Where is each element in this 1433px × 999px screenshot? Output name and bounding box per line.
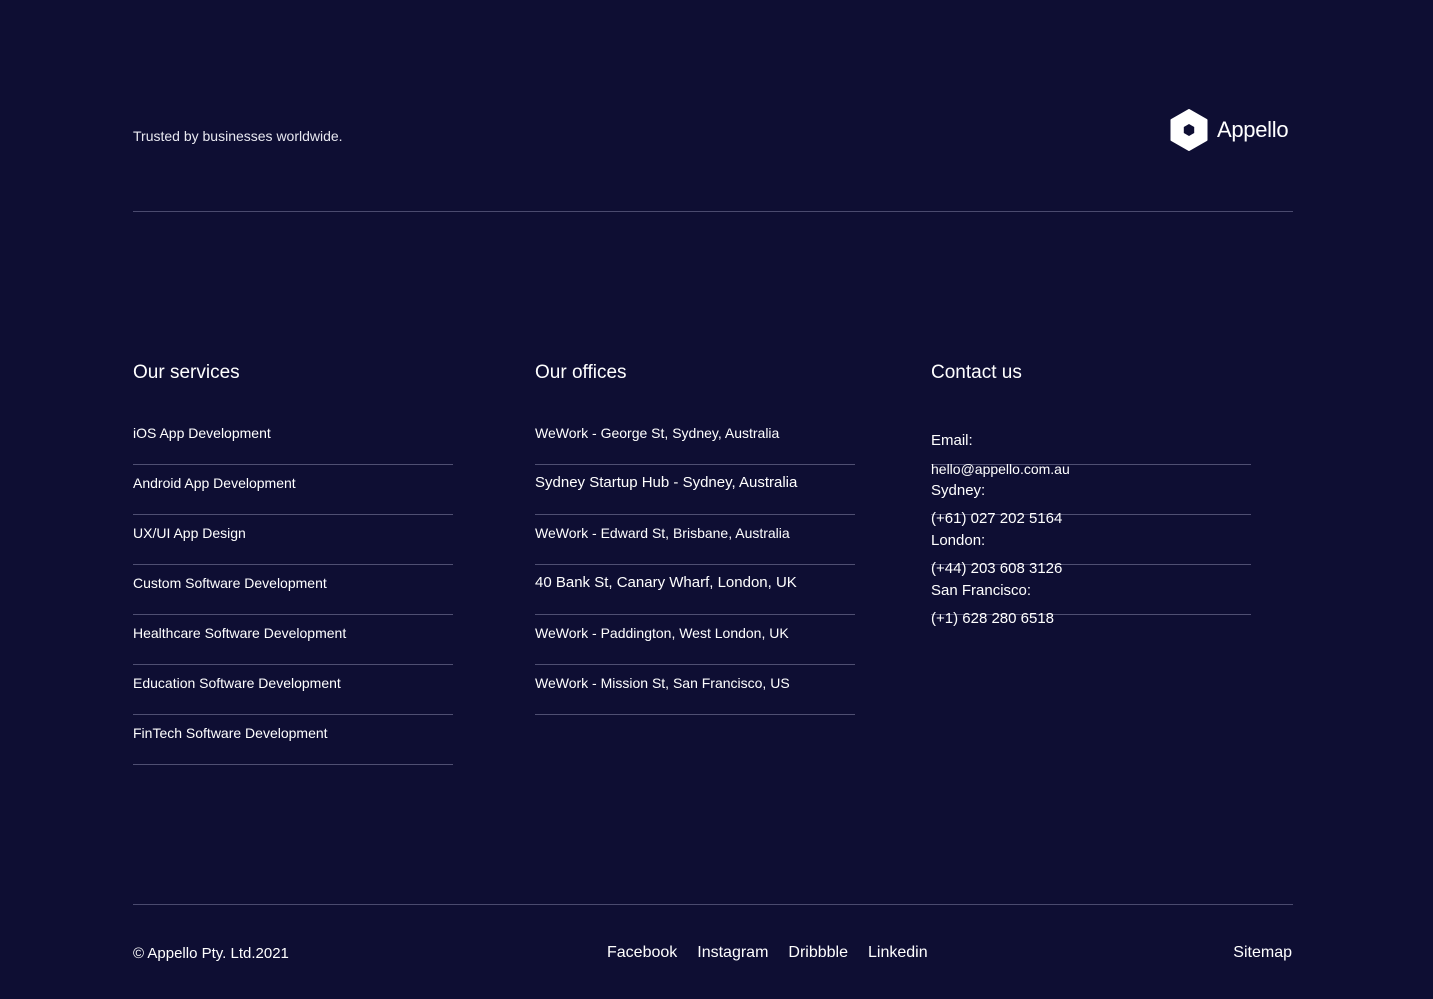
sitemap-link[interactable]: Sitemap (1233, 944, 1292, 962)
office-address: WeWork - Edward St, Brisbane, Australia (535, 525, 790, 541)
linkedin-link[interactable]: Linkedin (868, 944, 928, 962)
logo-text: Appello (1217, 117, 1289, 142)
offices-column: Our offices WeWork - George St, Sydney, … (535, 362, 855, 715)
list-item: Android App Development (133, 465, 453, 515)
social-links: Facebook Instagram Dribbble Linkedin (607, 944, 948, 962)
service-link[interactable]: Custom Software Development (133, 565, 453, 593)
service-link[interactable]: iOS App Development (133, 415, 453, 443)
list-item: FinTech Software Development (133, 715, 453, 765)
services-list: iOS App Development Android App Developm… (133, 415, 453, 765)
service-link[interactable]: Healthcare Software Development (133, 615, 453, 643)
list-item: Healthcare Software Development (133, 615, 453, 665)
dribbble-link[interactable]: Dribbble (788, 944, 848, 962)
list-item: UX/UI App Design (133, 515, 453, 565)
office-address: WeWork - George St, Sydney, Australia (535, 425, 780, 441)
office-address: WeWork - Paddington, West London, UK (535, 625, 789, 641)
office-address: WeWork - Mission St, San Francisco, US (535, 675, 790, 691)
offices-list: WeWork - George St, Sydney, Australia Sy… (535, 415, 855, 715)
contact-label: Email: (931, 432, 973, 449)
bottom-divider (133, 904, 1293, 905)
list-item: Education Software Development (133, 665, 453, 715)
contact-list: Email: hello@appello.com.au Sydney: (+61… (931, 415, 1251, 627)
list-item: Sydney Startup Hub - Sydney, Australia (535, 465, 855, 515)
copyright: © Appello Pty. Ltd.2021 (133, 945, 289, 962)
office-address: Sydney Startup Hub - Sydney, Australia (535, 474, 798, 491)
services-heading: Our services (133, 362, 240, 383)
service-link[interactable]: UX/UI App Design (133, 515, 453, 543)
list-item: WeWork - Paddington, West London, UK (535, 615, 855, 665)
list-item: Email: hello@appello.com.au (931, 415, 1251, 477)
list-item: WeWork - Mission St, San Francisco, US (535, 665, 855, 715)
list-item: WeWork - Edward St, Brisbane, Australia (535, 515, 855, 565)
facebook-link[interactable]: Facebook (607, 944, 677, 962)
list-item: 40 Bank St, Canary Wharf, London, UK (535, 565, 855, 615)
top-divider (133, 211, 1293, 212)
hexagon-logo-icon (1170, 109, 1208, 151)
contact-column: Contact us Email: hello@appello.com.au S… (931, 362, 1251, 627)
list-item: WeWork - George St, Sydney, Australia (535, 415, 855, 465)
service-link[interactable]: Android App Development (133, 465, 453, 493)
logo-link[interactable]: Appello (1170, 109, 1289, 151)
offices-heading: Our offices (535, 362, 627, 383)
contact-value: (+1) 628 280 6518 (931, 610, 1055, 627)
service-link[interactable]: Education Software Development (133, 665, 453, 693)
tagline: Trusted by businesses worldwide. (133, 128, 343, 144)
list-item: iOS App Development (133, 415, 453, 465)
service-link[interactable]: FinTech Software Development (133, 715, 453, 743)
office-address: 40 Bank St, Canary Wharf, London, UK (535, 574, 797, 591)
services-column: Our services iOS App Development Android… (133, 362, 453, 765)
contact-heading: Contact us (931, 362, 1022, 383)
instagram-link[interactable]: Instagram (697, 944, 768, 962)
list-item: Custom Software Development (133, 565, 453, 615)
